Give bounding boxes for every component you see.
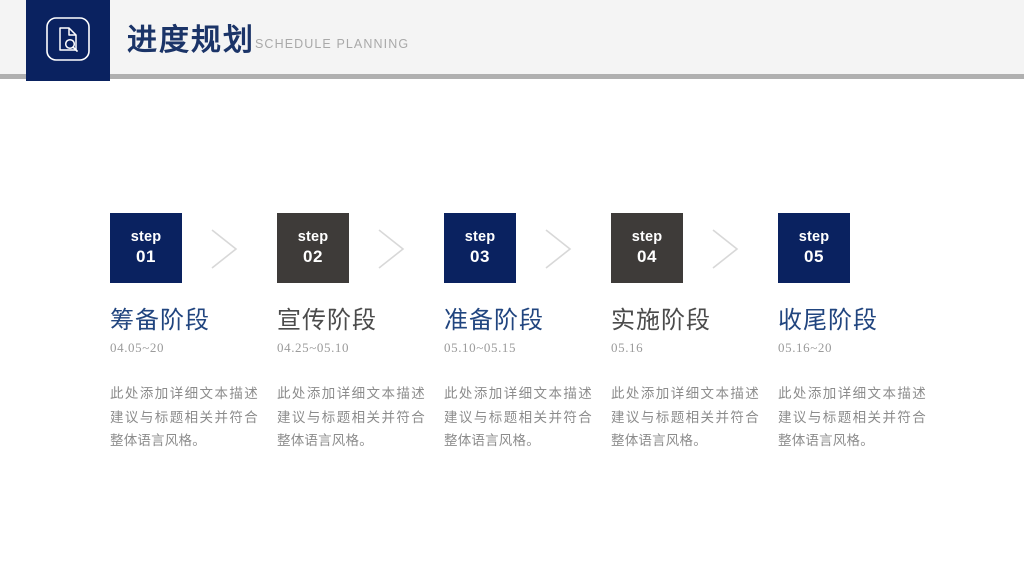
step-word-5: step (798, 229, 830, 245)
step-item-2[interactable]: step 02 (277, 213, 349, 283)
phase-column-1: 筹备阶段 04.05~20 此处添加详细文本描述建议与标题相关并符合整体语言风格… (110, 306, 260, 448)
phase-date-4: 05.16 (611, 340, 644, 355)
phase-body-1: 此处添加详细文本描述建议与标题相关并符合整体语言风格。 (110, 386, 258, 448)
step-number-3: 03 (470, 247, 490, 266)
phase-column-4: 实施阶段 05.16 此处添加详细文本描述建议与标题相关并符合整体语言风格。 (611, 306, 761, 448)
page-subtitle: SCHEDULE PLANNING (255, 37, 410, 51)
step-box-3[interactable]: step 03 (444, 213, 516, 283)
phase-date-2: 04.25~05.10 (277, 340, 350, 355)
phase-column-5: 收尾阶段 05.16~20 此处添加详细文本描述建议与标题相关并符合整体语言风格… (778, 306, 928, 448)
slide-header: 进度规划 SCHEDULE PLANNING (0, 0, 1024, 81)
phase-date-5: 05.16~20 (778, 340, 833, 355)
phase-date-3: 05.10~05.15 (444, 340, 517, 355)
step-number-4: 04 (637, 247, 657, 266)
phase-title-3: 准备阶段 (444, 308, 544, 334)
phase-title-2: 宣传阶段 (277, 308, 377, 334)
step-box-1[interactable]: step 01 (110, 213, 182, 283)
phase-column-2: 宣传阶段 04.25~05.10 此处添加详细文本描述建议与标题相关并符合整体语… (277, 306, 427, 448)
chevron-right-icon (545, 229, 572, 269)
chevron-right-icon (712, 229, 739, 269)
phase-title-1: 筹备阶段 (110, 308, 210, 334)
phase-date-1: 04.05~20 (110, 340, 165, 355)
step-item-3[interactable]: step 03 (444, 213, 516, 283)
document-search-icon (46, 17, 90, 61)
header-divider (0, 74, 1024, 79)
step-word-4: step (631, 229, 663, 245)
phase-title-5: 收尾阶段 (778, 308, 878, 334)
steps-row: step 01 step 02 step 03 step 04 step 05 (110, 213, 920, 285)
phase-title-4: 实施阶段 (611, 308, 711, 334)
step-word-2: step (297, 229, 329, 245)
step-box-2[interactable]: step 02 (277, 213, 349, 283)
step-box-4[interactable]: step 04 (611, 213, 683, 283)
header-badge (26, 0, 110, 81)
chevron-right-icon (211, 229, 238, 269)
step-item-1[interactable]: step 01 (110, 213, 182, 283)
phase-column-3: 准备阶段 05.10~05.15 此处添加详细文本描述建议与标题相关并符合整体语… (444, 306, 594, 448)
phase-body-5: 此处添加详细文本描述建议与标题相关并符合整体语言风格。 (778, 386, 926, 448)
chevron-right-icon (378, 229, 405, 269)
step-number-5: 05 (804, 247, 824, 266)
step-number-1: 01 (136, 247, 156, 266)
step-item-5[interactable]: step 05 (778, 213, 850, 283)
step-box-5[interactable]: step 05 (778, 213, 850, 283)
phase-body-3: 此处添加详细文本描述建议与标题相关并符合整体语言风格。 (444, 386, 592, 448)
phase-body-4: 此处添加详细文本描述建议与标题相关并符合整体语言风格。 (611, 386, 759, 448)
step-word-1: step (130, 229, 162, 245)
step-word-3: step (464, 229, 496, 245)
step-number-2: 02 (303, 247, 323, 266)
step-item-4[interactable]: step 04 (611, 213, 683, 283)
phase-body-2: 此处添加详细文本描述建议与标题相关并符合整体语言风格。 (277, 386, 425, 448)
page-title: 进度规划 (127, 24, 255, 57)
